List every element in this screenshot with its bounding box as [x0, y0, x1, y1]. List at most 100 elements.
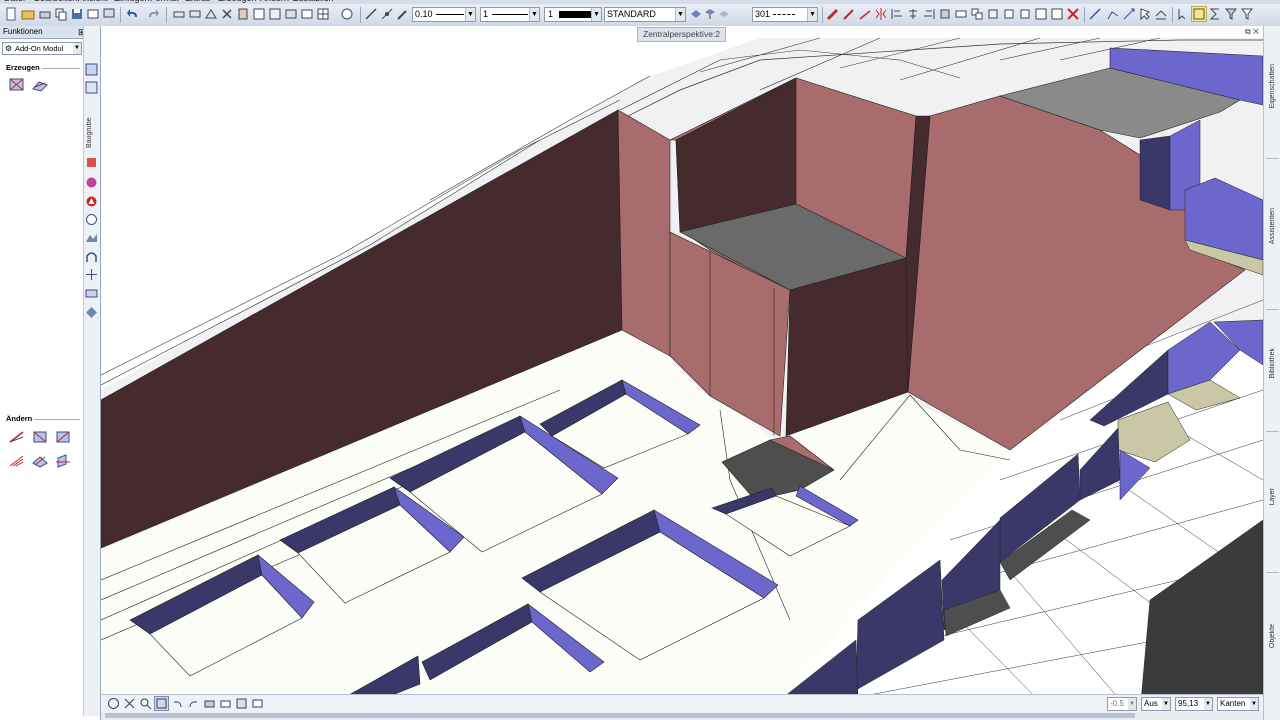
export-icon[interactable]: [86, 7, 100, 21]
filter-active-icon[interactable]: [1191, 6, 1207, 22]
rotate-object-icon[interactable]: [1018, 7, 1032, 21]
line-edit-icon[interactable]: [858, 7, 872, 21]
pencil-red-icon[interactable]: [826, 7, 840, 21]
dimension-icon[interactable]: [188, 7, 202, 21]
layer-print-icon[interactable]: [717, 7, 731, 21]
help-icon[interactable]: [340, 7, 354, 21]
viewport-window-controls[interactable]: ⧉ ✕: [1245, 27, 1259, 37]
copy-format-icon[interactable]: [252, 7, 266, 21]
tab-bibliothek[interactable]: Bibliothek: [1264, 348, 1280, 418]
table-icon[interactable]: [316, 7, 330, 21]
redo-icon[interactable]: [146, 7, 160, 21]
pipette-icon[interactable]: [396, 7, 410, 21]
scale-object-icon[interactable]: [1034, 7, 1048, 21]
stretch-icon[interactable]: [938, 7, 952, 21]
orbit-icon[interactable]: [154, 696, 169, 711]
line-type-select[interactable]: 1 ▼: [480, 7, 540, 22]
pen-thickness-select[interactable]: 0.10 ▼: [412, 7, 476, 22]
create-terrain-tool-icon[interactable]: [31, 77, 49, 93]
draw-line-icon[interactable]: [1088, 7, 1102, 21]
measure-icon[interactable]: [204, 7, 218, 21]
mirror-icon[interactable]: [874, 7, 888, 21]
plot-icon[interactable]: [300, 7, 314, 21]
scrollbar-thumb[interactable]: [105, 713, 1135, 718]
line-style-select[interactable]: 301 ▼: [752, 7, 818, 22]
modify-section-tool-icon[interactable]: [54, 453, 72, 469]
point-snap-icon[interactable]: [380, 7, 394, 21]
save-icon[interactable]: [70, 7, 84, 21]
pencil-draw-icon[interactable]: [842, 7, 856, 21]
draw-polyline-icon[interactable]: [1106, 7, 1120, 21]
terrain-icon[interactable]: [85, 231, 98, 244]
tab-eigenschaften[interactable]: Eigenschaften: [1264, 64, 1280, 144]
mode-select[interactable]: Aus ▼: [1141, 697, 1171, 711]
perspective-scene[interactable]: [101, 26, 1263, 712]
zoom-icon[interactable]: [139, 697, 152, 710]
copy-icon[interactable]: [54, 7, 68, 21]
undo-icon[interactable]: [126, 7, 140, 21]
group-icon[interactable]: [970, 7, 984, 21]
filter-options-icon[interactable]: [1240, 7, 1254, 21]
align-right-icon[interactable]: [922, 7, 936, 21]
layer-select[interactable]: STANDARD ▼: [604, 7, 686, 22]
pick-icon[interactable]: [1154, 7, 1168, 21]
navigation-mode-icon[interactable]: [107, 697, 120, 710]
open-icon[interactable]: [21, 7, 35, 21]
filter-icon[interactable]: [1224, 7, 1238, 21]
horizontal-scrollbar[interactable]: [101, 712, 1263, 720]
transform-icon[interactable]: [954, 7, 968, 21]
info-icon[interactable]: [85, 213, 98, 226]
color-select[interactable]: 1 ▼: [544, 7, 602, 22]
display-mode-select[interactable]: Kanten ▼: [1217, 697, 1259, 711]
modify-edge-tool-icon[interactable]: [8, 429, 26, 445]
excavation-icon[interactable]: [85, 63, 98, 76]
point-icon[interactable]: [85, 306, 98, 319]
window-icon[interactable]: [284, 7, 298, 21]
align-center-icon[interactable]: [906, 7, 920, 21]
layer-visibility-icon[interactable]: [689, 7, 703, 21]
view-undo-icon[interactable]: [171, 697, 184, 710]
tab-assistenten[interactable]: Assistenten: [1264, 208, 1280, 288]
layer-settings-icon[interactable]: [703, 7, 717, 21]
axis-icon[interactable]: [85, 268, 98, 281]
print-view-icon[interactable]: [203, 697, 216, 710]
modify-surface-tool-icon[interactable]: [31, 429, 49, 445]
object-icon[interactable]: [85, 156, 98, 169]
baugrube-tab[interactable]: Baugrube: [86, 98, 96, 148]
warning-icon[interactable]: [85, 195, 98, 208]
paste-icon[interactable]: [236, 7, 250, 21]
delete-icon[interactable]: [1066, 7, 1080, 21]
modify-slope-tool-icon[interactable]: [8, 453, 26, 469]
align-left-icon[interactable]: [890, 7, 904, 21]
arch-icon[interactable]: [85, 250, 98, 263]
camera-icon[interactable]: [219, 697, 232, 710]
print-icon[interactable]: [38, 7, 52, 21]
create-excavation-tool-icon[interactable]: [8, 77, 26, 93]
zoom-extents-icon[interactable]: [123, 697, 136, 710]
tab-objekte[interactable]: Objekte: [1264, 624, 1280, 664]
move-object-icon[interactable]: [1002, 7, 1016, 21]
module-select[interactable]: ⚙ Add-On Modul ▼: [2, 42, 82, 55]
tab-layer[interactable]: Layer: [1264, 488, 1280, 528]
cut-icon[interactable]: [220, 7, 234, 21]
offset-icon[interactable]: [1050, 7, 1064, 21]
section-icon[interactable]: [85, 287, 98, 300]
modify-point-tool-icon[interactable]: [54, 429, 72, 445]
sum-icon[interactable]: [1208, 7, 1222, 21]
viewport-3d[interactable]: Zentralperspektive:2 ⧉ ✕: [101, 26, 1263, 712]
new-document-icon[interactable]: [4, 7, 18, 21]
viewport-title[interactable]: Zentralperspektive:2: [637, 27, 727, 42]
rectangle-icon[interactable]: [172, 7, 186, 21]
snap-icon[interactable]: [364, 7, 378, 21]
angle-select[interactable]: 95,13 ▼: [1175, 697, 1213, 711]
cursor-icon[interactable]: [1138, 7, 1152, 21]
monitor-icon[interactable]: [102, 7, 116, 21]
view-redo-icon[interactable]: [187, 697, 200, 710]
modify-layer-tool-icon[interactable]: [31, 453, 49, 469]
selection-icon[interactable]: [1176, 7, 1190, 21]
view-settings-icon[interactable]: [251, 697, 264, 710]
layout-icon[interactable]: [268, 7, 282, 21]
offset-input[interactable]: -0.5 ▼: [1107, 697, 1137, 711]
globe-icon[interactable]: [85, 176, 98, 189]
draw-arc-icon[interactable]: [1122, 7, 1136, 21]
